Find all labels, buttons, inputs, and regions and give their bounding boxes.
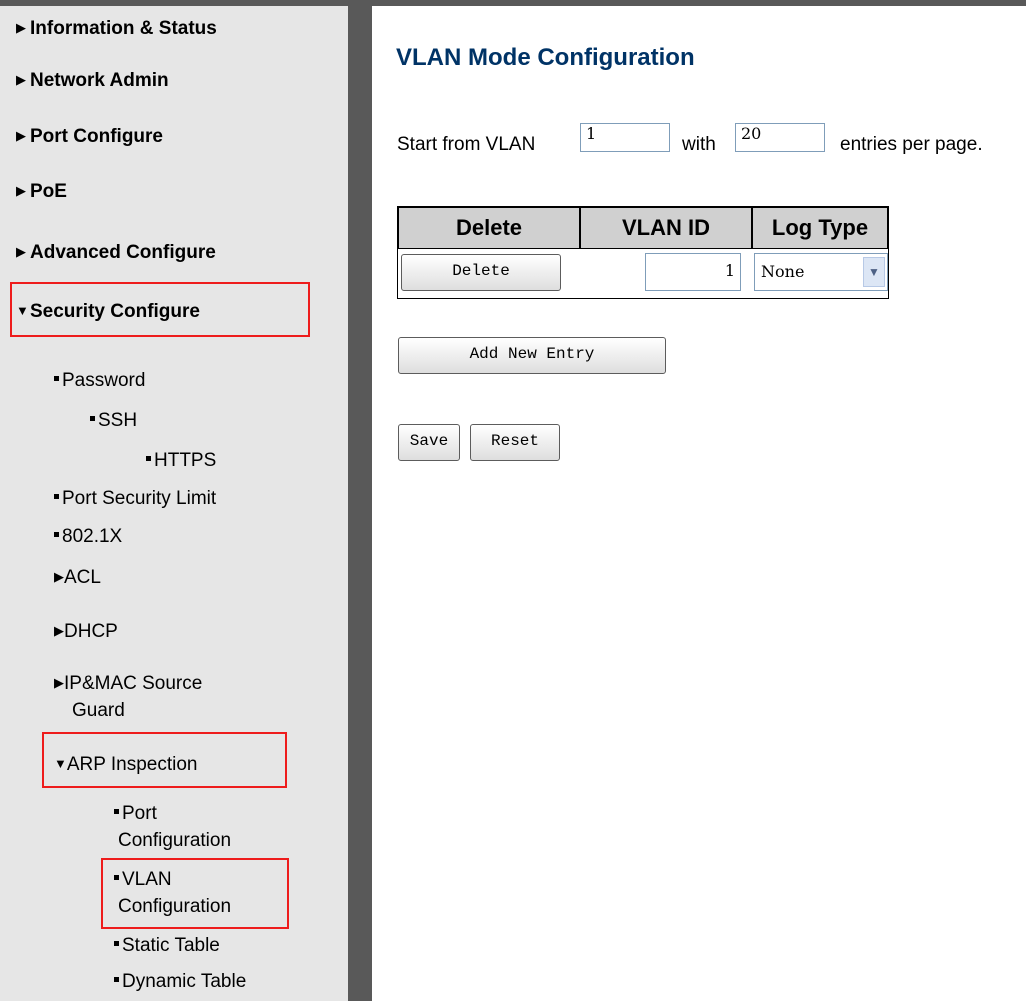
sub-item-802-1x[interactable]: 802.1X bbox=[54, 523, 122, 550]
reset-button[interactable]: Reset bbox=[470, 424, 560, 461]
entries-per-page-input[interactable]: 20 bbox=[735, 123, 825, 152]
triangle-right-icon: ▶ bbox=[54, 569, 64, 584]
bullet-icon bbox=[90, 416, 95, 421]
menu-item-poe[interactable]: ▶ PoE bbox=[16, 181, 67, 203]
menu-item-advanced-configure[interactable]: ▶ Advanced Configure bbox=[16, 242, 216, 264]
bullet-icon bbox=[54, 376, 59, 381]
highlight-box-arp-inspection bbox=[42, 732, 287, 788]
log-type-value: None bbox=[761, 262, 805, 281]
vlan-table: Delete VLAN ID Log Type Delete 1 None ▼ bbox=[397, 206, 889, 299]
triangle-right-icon: ▶ bbox=[16, 128, 26, 143]
column-header-log-type: Log Type bbox=[752, 207, 888, 249]
entries-per-page-label: entries per page. bbox=[840, 134, 983, 155]
triangle-right-icon: ▶ bbox=[16, 20, 26, 35]
sub-item-password[interactable]: Password bbox=[54, 367, 145, 394]
triangle-right-icon: ▶ bbox=[16, 72, 26, 87]
column-header-vlan-id: VLAN ID bbox=[580, 207, 752, 249]
sub-item-https[interactable]: HTTPS bbox=[146, 447, 216, 474]
bullet-icon bbox=[54, 532, 59, 537]
delete-row-button[interactable]: Delete bbox=[401, 254, 561, 291]
bullet-icon bbox=[114, 977, 119, 982]
vlan-id-input[interactable]: 1 bbox=[645, 253, 741, 291]
bullet-icon bbox=[54, 494, 59, 499]
menu-item-network-admin[interactable]: ▶ Network Admin bbox=[16, 70, 169, 92]
menu-item-information-status[interactable]: ▶ Information & Status bbox=[16, 18, 217, 40]
highlight-box-vlan-configuration bbox=[101, 858, 289, 929]
sub-item-dhcp[interactable]: ▶DHCP bbox=[54, 617, 118, 645]
start-vlan-input[interactable]: 1 bbox=[580, 123, 670, 152]
sub-item-ip-mac-source-guard[interactable]: ▶IP&MAC Source Guard bbox=[54, 669, 202, 724]
bullet-icon bbox=[114, 809, 119, 814]
sidebar: ▶ Information & Status ▶ Network Admin ▶ Po… bbox=[0, 6, 348, 1001]
sub-item-ssh[interactable]: SSH bbox=[90, 407, 137, 434]
start-from-label: Start from VLAN bbox=[397, 134, 536, 155]
log-type-select[interactable]: None ▼ bbox=[754, 253, 888, 291]
main-content: VLAN Mode Configuration Start from VLAN … bbox=[372, 6, 1026, 1001]
bullet-icon bbox=[114, 941, 119, 946]
bullet-icon bbox=[146, 456, 151, 461]
triangle-right-icon: ▶ bbox=[54, 623, 64, 638]
add-new-entry-button[interactable]: Add New Entry bbox=[398, 337, 666, 374]
column-header-delete: Delete bbox=[398, 207, 580, 249]
sub-item-static-table[interactable]: Static Table bbox=[114, 932, 220, 959]
with-label: with bbox=[682, 134, 716, 155]
save-button[interactable]: Save bbox=[398, 424, 460, 461]
page-title: VLAN Mode Configuration bbox=[396, 44, 695, 71]
sub-item-dynamic-table[interactable]: Dynamic Table bbox=[114, 968, 246, 995]
sub-item-acl[interactable]: ▶ACL bbox=[54, 563, 101, 591]
triangle-right-icon: ▶ bbox=[16, 244, 26, 259]
sub-item-port-security-limit[interactable]: Port Security Limit bbox=[54, 485, 216, 512]
triangle-right-icon: ▶ bbox=[54, 675, 64, 690]
sub-item-port-configuration[interactable]: Port Configuration bbox=[114, 800, 231, 854]
frame-divider bbox=[348, 0, 372, 1001]
chevron-down-icon[interactable]: ▼ bbox=[863, 257, 885, 287]
highlight-box-security bbox=[10, 282, 310, 337]
triangle-right-icon: ▶ bbox=[16, 183, 26, 198]
menu-item-port-configure[interactable]: ▶ Port Configure bbox=[16, 126, 163, 148]
